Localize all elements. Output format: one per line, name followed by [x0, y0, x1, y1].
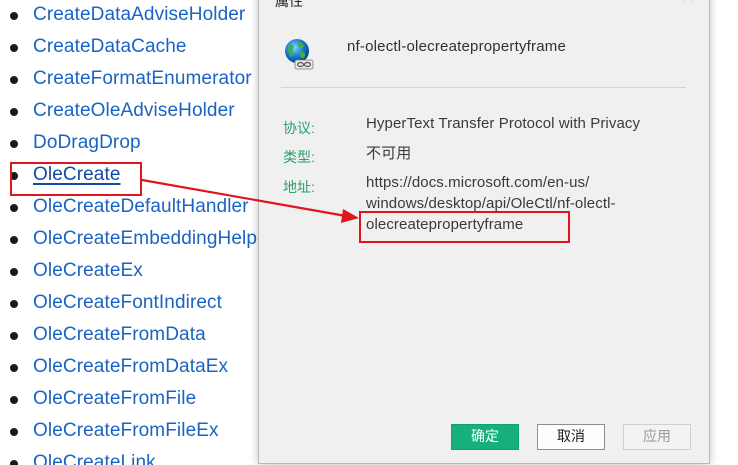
- api-link[interactable]: CreateFormatEnumerator: [33, 68, 252, 90]
- api-link[interactable]: OleCreateEx: [33, 260, 143, 282]
- list-item: CreateFormatEnumerator: [0, 64, 300, 96]
- bullet-icon: [10, 204, 18, 212]
- api-link[interactable]: OleCreateEmbeddingHelper: [33, 228, 274, 250]
- list-item: OleCreateFromFile: [0, 384, 300, 416]
- apply-button[interactable]: 应用: [623, 424, 691, 450]
- api-link[interactable]: OleCreateFontIndirect: [33, 292, 222, 314]
- dialog-title: 属性: [275, 0, 303, 9]
- bullet-icon: [10, 108, 18, 116]
- address-line: windows/desktop/api/OleCtl/nf-olectl-: [366, 195, 616, 212]
- properties-dialog: 属性 nf-olectl-olecreatepropertyframe 协议: …: [258, 0, 710, 464]
- close-icon: [683, 0, 693, 1]
- bullet-icon: [10, 12, 18, 20]
- api-link-list: CreateDataAdviseHolder CreateDataCache Cre…: [0, 0, 300, 465]
- list-item: CreateDataAdviseHolder: [0, 0, 300, 32]
- api-link[interactable]: DoDragDrop: [33, 132, 141, 154]
- bullet-icon: [10, 236, 18, 244]
- list-item: DoDragDrop: [0, 128, 300, 160]
- address-label: 地址:: [283, 179, 315, 195]
- bullet-icon: [10, 44, 18, 52]
- bullet-icon: [10, 364, 18, 372]
- list-item: OleCreate: [0, 160, 300, 192]
- address-value: https://docs.microsoft.com/en-us/ window…: [366, 172, 666, 235]
- list-item: OleCreateFromDataEx: [0, 352, 300, 384]
- shortcut-name: nf-olectl-olecreatepropertyframe: [347, 38, 566, 55]
- list-item: CreateOleAdviseHolder: [0, 96, 300, 128]
- api-link[interactable]: CreateDataAdviseHolder: [33, 4, 245, 26]
- api-link[interactable]: OleCreateFromFile: [33, 388, 196, 410]
- protocol-label: 协议:: [283, 120, 315, 136]
- bullet-icon: [10, 76, 18, 84]
- internet-shortcut-icon: [285, 39, 314, 70]
- api-link[interactable]: OleCreateFromDataEx: [33, 356, 228, 378]
- bullet-icon: [10, 332, 18, 340]
- bullet-icon: [10, 396, 18, 404]
- api-link[interactable]: OleCreate: [33, 164, 121, 186]
- list-item: OleCreateFromFileEx: [0, 416, 300, 448]
- list-item: OleCreateFromData: [0, 320, 300, 352]
- type-label: 类型:: [283, 149, 315, 165]
- ok-button[interactable]: 确定: [451, 424, 519, 450]
- list-item: OleCreateEx: [0, 256, 300, 288]
- address-line: https://docs.microsoft.com/en-us/: [366, 174, 590, 191]
- bullet-icon: [10, 460, 18, 465]
- list-item: OleCreateDefaultHandler: [0, 192, 300, 224]
- list-item: OleCreateEmbeddingHelper: [0, 224, 300, 256]
- api-link[interactable]: OleCreateFromFileEx: [33, 420, 219, 442]
- bullet-icon: [10, 428, 18, 436]
- bullet-icon: [10, 268, 18, 276]
- protocol-value-text: HyperText Transfer Protocol with Privacy: [366, 115, 641, 132]
- api-link[interactable]: OleCreateDefaultHandler: [33, 196, 249, 218]
- type-value: 不可用: [366, 145, 412, 162]
- bullet-icon: [10, 172, 18, 180]
- address-line: olecreatepropertyframe: [366, 216, 524, 233]
- bullet-icon: [10, 140, 18, 148]
- list-item: CreateDataCache: [0, 32, 300, 64]
- list-item: OleCreateFontIndirect: [0, 288, 300, 320]
- close-button[interactable]: [677, 0, 701, 7]
- cancel-button[interactable]: 取消: [537, 424, 605, 450]
- api-link[interactable]: OleCreateFromData: [33, 324, 206, 346]
- list-item: OleCreateLink: [0, 448, 300, 465]
- bullet-icon: [10, 300, 18, 308]
- divider: [281, 87, 686, 88]
- api-link[interactable]: CreateOleAdviseHolder: [33, 100, 235, 122]
- protocol-value: HyperText Transfer Protocol with Privacy: [366, 113, 666, 138]
- api-link[interactable]: OleCreateLink: [33, 452, 156, 465]
- api-link[interactable]: CreateDataCache: [33, 36, 187, 58]
- screenshot-page: CreateDataAdviseHolder CreateDataCache Cre…: [0, 0, 738, 465]
